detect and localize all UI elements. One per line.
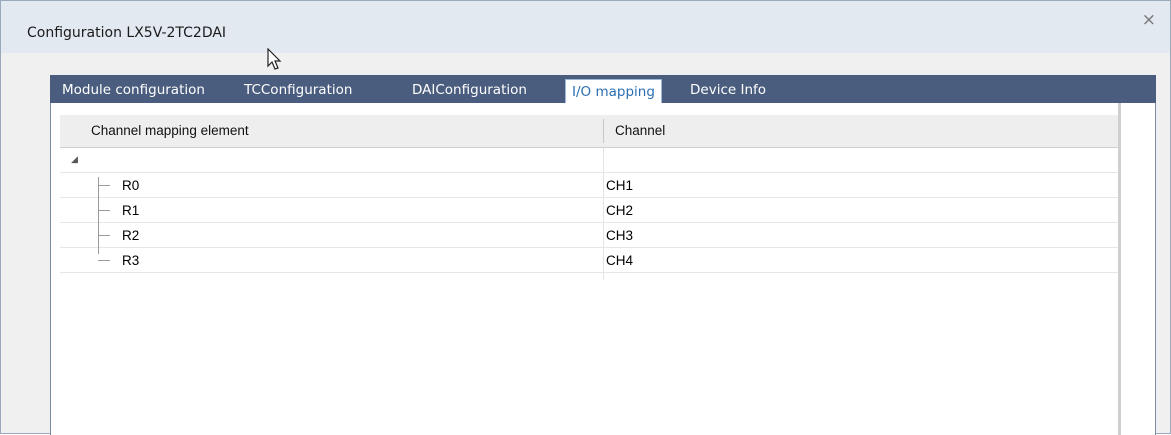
io-mapping-panel: Channel mapping element Channel ◢ R0 CH1…	[50, 103, 1156, 435]
tree-branch-line	[98, 260, 110, 261]
table-row[interactable]: R2 CH3	[60, 223, 1118, 248]
vertical-scrollbar[interactable]	[1118, 103, 1121, 435]
configuration-dialog: Configuration LX5V-2TC2DAI × Module conf…	[0, 0, 1171, 435]
tree-branch-line	[98, 185, 110, 186]
close-icon[interactable]: ×	[1142, 10, 1156, 30]
column-header-channel[interactable]: Channel	[615, 115, 665, 147]
mapping-element: R2	[122, 228, 140, 243]
window-title: Configuration LX5V-2TC2DAI	[27, 25, 227, 41]
mapping-channel: CH1	[606, 178, 634, 193]
channel-mapping-grid: Channel mapping element Channel ◢ R0 CH1…	[60, 115, 1118, 435]
tab-dai-configuration[interactable]: DAIConfiguration	[412, 75, 527, 103]
tab-io-mapping[interactable]: I/O mapping	[565, 79, 662, 103]
collapse-triangle-icon[interactable]: ◢	[71, 155, 78, 165]
column-divider[interactable]	[603, 119, 604, 143]
tree-branch-line	[98, 210, 110, 211]
mapping-channel: CH4	[606, 253, 634, 268]
mapping-element: R3	[122, 253, 140, 268]
table-row[interactable]: R3 CH4	[60, 248, 1118, 273]
mouse-cursor-icon	[267, 48, 282, 70]
tab-module-configuration[interactable]: Module configuration	[62, 75, 205, 103]
tree-branch-line	[98, 235, 110, 236]
mapping-element: R0	[122, 178, 140, 193]
table-row[interactable]: R0 CH1	[60, 173, 1118, 198]
tab-strip: Module configuration TCConfiguration DAI…	[50, 75, 1156, 103]
mapping-element: R1	[122, 203, 140, 218]
table-row[interactable]: R1 CH2	[60, 198, 1118, 223]
mapping-channel: CH3	[606, 228, 634, 243]
tab-tc-configuration[interactable]: TCConfiguration	[244, 75, 352, 103]
mapping-channel: CH2	[606, 203, 634, 218]
table-row-root[interactable]: ◢	[60, 148, 1118, 173]
tree-connector-line	[98, 177, 99, 254]
title-bar: Configuration LX5V-2TC2DAI ×	[1, 1, 1170, 53]
column-header-element[interactable]: Channel mapping element	[91, 115, 249, 147]
tab-device-info[interactable]: Device Info	[690, 75, 766, 103]
grid-header: Channel mapping element Channel	[60, 115, 1118, 148]
